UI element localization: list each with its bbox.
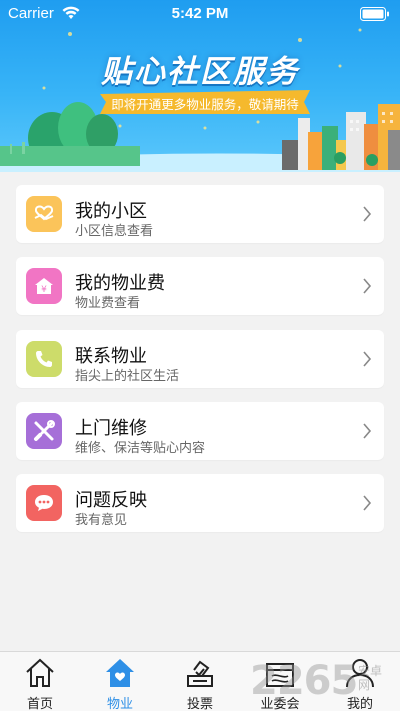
tab-committee[interactable]: 业委会 xyxy=(240,652,320,711)
user-icon xyxy=(346,659,374,688)
banner-subtitle: 即将开通更多物业服务，敬请期待 xyxy=(111,98,299,112)
menu-item-desc: 维修、保洁等贴心内容 xyxy=(75,440,206,455)
tab-vote[interactable]: 投票 xyxy=(160,652,240,711)
property-icon xyxy=(106,659,134,687)
chat-bubble-icon xyxy=(26,485,62,521)
tab-property[interactable]: 物业 xyxy=(80,652,160,711)
status-time: 5:42 PM xyxy=(171,5,229,22)
menu-item-property-fee[interactable]: ¥ 我的物业费 物业费查看 xyxy=(16,257,384,315)
chevron-right-icon xyxy=(363,278,372,294)
menu-item-desc: 物业费查看 xyxy=(75,295,141,310)
house-yen-icon: ¥ xyxy=(26,268,62,304)
svg-text:¥: ¥ xyxy=(41,285,47,295)
banner-title: 贴心社区服务 xyxy=(101,54,299,89)
tab-home[interactable]: 首页 xyxy=(0,652,80,711)
phone-icon xyxy=(26,341,62,377)
chevron-right-icon xyxy=(363,495,372,511)
tab-label: 首页 xyxy=(26,696,53,711)
menu-item-my-community[interactable]: 我的小区 小区信息查看 xyxy=(16,185,384,243)
menu-item-desc: 小区信息查看 xyxy=(75,223,154,238)
committee-icon xyxy=(266,663,294,687)
menu-item-desc: 我有意见 xyxy=(75,512,128,527)
menu-item-desc: 指尖上的社区生活 xyxy=(75,368,180,383)
menu-item-feedback[interactable]: 问题反映 我有意见 xyxy=(16,474,384,532)
tab-label: 物业 xyxy=(106,696,133,711)
header-banner: Carrier 5:42 PM 贴心社区服务 即将开通更多物业服务，敬请期待 xyxy=(0,0,400,172)
status-bar: Carrier 5:42 PM xyxy=(0,0,400,28)
menu-item-home-repair[interactable]: 上门维修 维修、保洁等贴心内容 xyxy=(16,402,384,460)
vote-icon xyxy=(187,660,213,687)
battery-icon xyxy=(360,7,389,21)
tab-label: 我的 xyxy=(346,696,373,711)
tab-label: 业委会 xyxy=(260,696,300,711)
tab-mine[interactable]: 我的 xyxy=(320,652,400,711)
heart-hands-icon xyxy=(26,196,62,232)
tools-icon xyxy=(26,413,62,449)
chevron-right-icon xyxy=(363,206,372,222)
tab-label: 投票 xyxy=(186,696,213,711)
chevron-right-icon xyxy=(363,351,372,367)
home-icon xyxy=(26,658,54,687)
bottom-tab-bar: 首页 物业 投票 业委会 我的 xyxy=(0,651,400,711)
chevron-right-icon xyxy=(363,423,372,439)
menu-item-contact-property[interactable]: 联系物业 指尖上的社区生活 xyxy=(16,330,384,388)
